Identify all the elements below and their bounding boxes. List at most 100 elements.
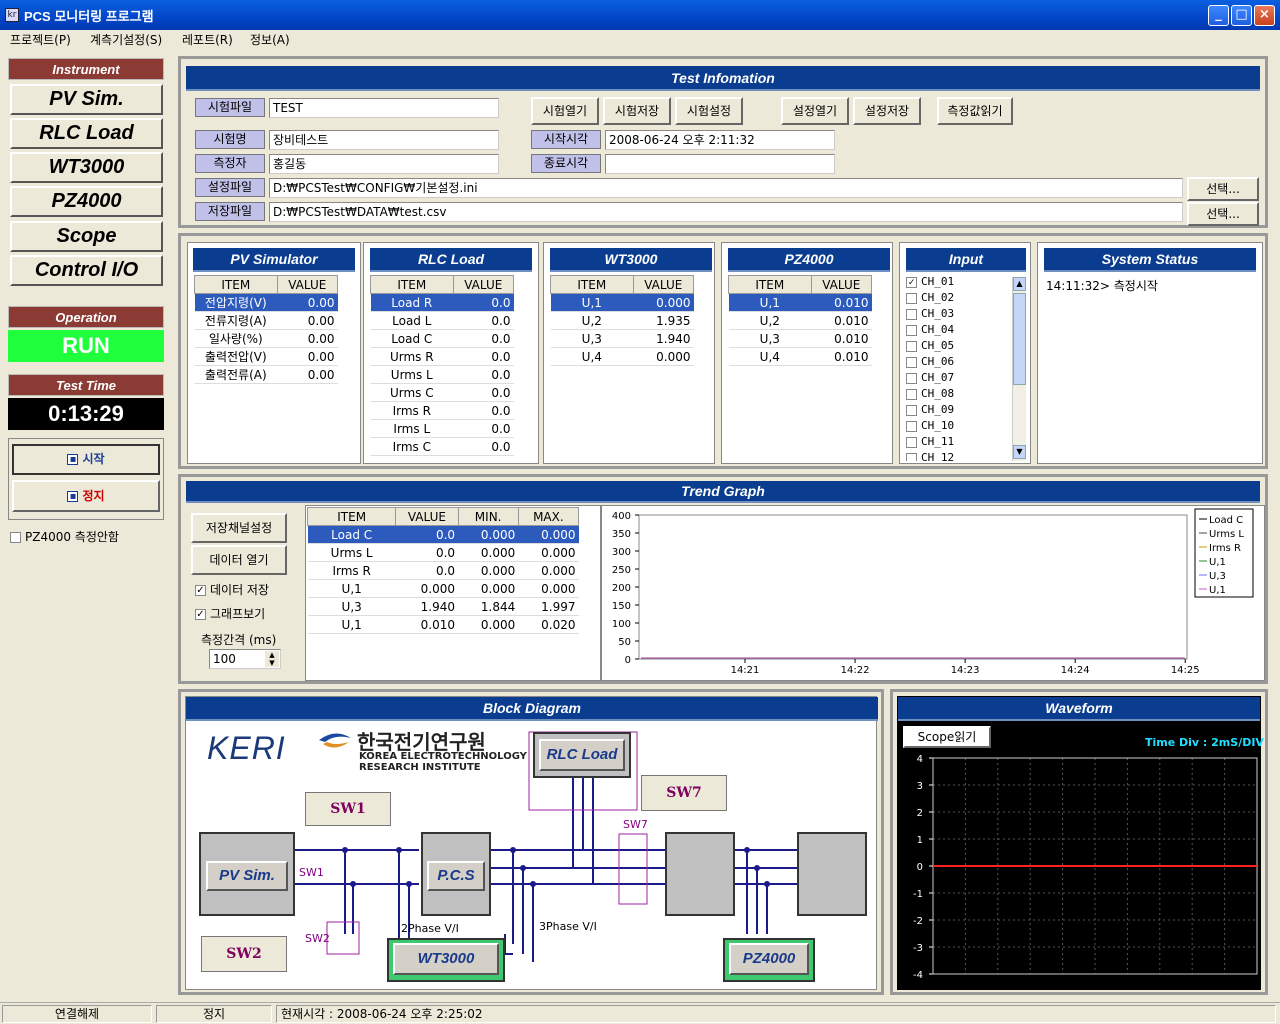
sw7-box[interactable]: SW7 [641, 775, 727, 811]
table-row[interactable]: U,4 0.010 [728, 347, 872, 366]
input-channel-checkbox[interactable]: CH_03 [906, 307, 1012, 323]
table-row[interactable]: Load C 0.0 0.000 0.000 [307, 525, 579, 544]
table-row[interactable]: Load R 0.0 [370, 293, 514, 312]
sw1-box[interactable]: SW1 [305, 792, 391, 826]
column-header[interactable]: VALUE [395, 507, 459, 526]
table-row[interactable]: U,3 0.010 [728, 329, 872, 348]
column-header[interactable]: ITEM [728, 275, 812, 294]
wt3000-button[interactable]: WT3000 [10, 152, 163, 183]
pz4000-block-label[interactable]: PZ4000 [729, 943, 809, 975]
column-header[interactable]: VALUE [452, 275, 515, 294]
test-open-button[interactable]: 시험열기 [531, 97, 599, 125]
column-header[interactable]: MAX. [517, 507, 580, 526]
input-channel-checkbox[interactable]: CH_05 [906, 339, 1012, 355]
sw2-box[interactable]: SW2 [201, 936, 287, 972]
table-row[interactable]: U,1 0.000 0.000 0.000 [307, 579, 579, 598]
table-row[interactable]: U,4 0.000 [550, 347, 694, 366]
menu-project[interactable]: 프로젝트(P) [10, 31, 71, 48]
table-row[interactable]: Irms R 0.0 [370, 401, 514, 420]
pv-sim-block-label[interactable]: PV Sim. [206, 861, 288, 891]
config-file-field[interactable]: D:₩PCSTest₩CONFIG₩기본설정.ini [269, 178, 1183, 198]
menu-instrument-settings[interactable]: 계측기설정(S) [90, 31, 162, 48]
config-open-button[interactable]: 설정열기 [781, 97, 849, 125]
table-row[interactable]: U,2 1.935 [550, 311, 694, 330]
test-name-field[interactable]: 장비테스트 [269, 130, 499, 150]
input-channel-checkbox[interactable]: ✓ CH_01 [906, 275, 1012, 291]
column-header[interactable]: ITEM [194, 275, 278, 294]
column-header[interactable]: ITEM [370, 275, 454, 294]
input-channel-checkbox[interactable]: CH_09 [906, 403, 1012, 419]
tester-field[interactable]: 홍길동 [269, 154, 499, 174]
save-file-field[interactable]: D:₩PCSTest₩DATA₩test.csv [269, 202, 1183, 222]
input-channel-checkbox[interactable]: CH_02 [906, 291, 1012, 307]
table-row[interactable]: Load C 0.0 [370, 329, 514, 348]
scope-read-button[interactable]: Scope읽기 [903, 726, 991, 748]
menu-report[interactable]: 레포트(R) [182, 31, 233, 48]
table-row[interactable]: Urms C 0.0 [370, 383, 514, 402]
table-row[interactable]: 출력전류(A) 0.00 [194, 365, 338, 384]
close-button[interactable]: × [1254, 5, 1275, 26]
table-row[interactable]: 전압지령(V) 0.00 [194, 293, 338, 312]
table-row[interactable]: Urms L 0.0 0.000 0.000 [307, 543, 579, 562]
column-header[interactable]: ITEM [550, 275, 634, 294]
column-header[interactable]: VALUE [276, 275, 339, 294]
save-file-select-button[interactable]: 선택... [1187, 202, 1259, 226]
wt3000-block-label[interactable]: WT3000 [393, 943, 499, 975]
input-channel-checkbox[interactable]: CH_12 [906, 451, 1012, 461]
start-button[interactable]: ▪ 시작 [12, 444, 160, 475]
graph-view-checkbox[interactable]: ✓ 그래프보기 [195, 605, 265, 622]
table-row[interactable]: Irms L 0.0 [370, 419, 514, 438]
table-row[interactable]: Urms L 0.0 [370, 365, 514, 384]
input-channel-checkbox[interactable]: CH_10 [906, 419, 1012, 435]
table-row[interactable]: U,1 0.000 [550, 293, 694, 312]
table-row[interactable]: Urms R 0.0 [370, 347, 514, 366]
column-header[interactable]: VALUE [632, 275, 695, 294]
input-channel-checkbox[interactable]: CH_11 [906, 435, 1012, 451]
pcs-block-label[interactable]: P.C.S [427, 861, 485, 891]
read-measurement-button[interactable]: 측정값읽기 [937, 97, 1013, 125]
column-header[interactable]: ITEM [306, 507, 397, 526]
menu-info[interactable]: 정보(A) [250, 31, 290, 48]
column-header[interactable]: MIN. [457, 507, 519, 526]
pv-sim-button[interactable]: PV Sim. [10, 84, 163, 115]
rlc-load-block-label[interactable]: RLC Load [539, 739, 625, 771]
table-row[interactable]: U,3 1.940 [550, 329, 694, 348]
rlc-load-button[interactable]: RLC Load [10, 118, 163, 149]
table-row[interactable]: U,1 0.010 0.000 0.020 [307, 615, 579, 634]
stop-button[interactable]: ▪ 정지 [12, 480, 160, 512]
scope-button[interactable]: Scope [10, 221, 163, 252]
data-save-checkbox[interactable]: ✓ 데이터 저장 [195, 581, 269, 598]
input-channel-checkbox[interactable]: CH_07 [906, 371, 1012, 387]
data-open-button[interactable]: 데이터 열기 [191, 545, 287, 575]
input-channel-checkbox[interactable]: CH_08 [906, 387, 1012, 403]
table-row[interactable]: U,3 1.940 1.844 1.997 [307, 597, 579, 616]
interval-spin-icon[interactable]: ▲ ▼ [265, 651, 279, 667]
minimize-button[interactable]: _ [1208, 5, 1229, 26]
table-row[interactable]: 일사량(%) 0.00 [194, 329, 338, 348]
config-save-button[interactable]: 설정저장 [853, 97, 921, 125]
scroll-thumb[interactable] [1013, 293, 1026, 385]
start-time-field[interactable]: 2008-06-24 오후 2:11:32 [605, 130, 835, 150]
table-row[interactable]: U,1 0.010 [728, 293, 872, 312]
input-channel-checkbox[interactable]: CH_06 [906, 355, 1012, 371]
config-file-select-button[interactable]: 선택... [1187, 177, 1259, 201]
table-row[interactable]: Irms C 0.0 [370, 437, 514, 456]
pz4000-button[interactable]: PZ4000 [10, 186, 163, 217]
table-row[interactable]: Load L 0.0 [370, 311, 514, 330]
control-io-button[interactable]: Control I/O [10, 255, 163, 286]
save-channel-setting-button[interactable]: 저장채널설정 [191, 513, 287, 543]
input-channel-checkbox[interactable]: CH_04 [906, 323, 1012, 339]
scroll-down-icon[interactable]: ▼ [1013, 445, 1026, 459]
test-setting-button[interactable]: 시험설정 [675, 97, 743, 125]
test-file-field[interactable]: TEST [269, 98, 499, 118]
test-save-button[interactable]: 시험저장 [603, 97, 671, 125]
maximize-button[interactable]: □ [1231, 5, 1252, 26]
table-row[interactable]: U,2 0.010 [728, 311, 872, 330]
end-time-field[interactable] [605, 154, 835, 174]
pz4000-no-measure-checkbox[interactable]: PZ4000 측정안함 [10, 528, 119, 545]
table-row[interactable]: Irms R 0.0 0.000 0.000 [307, 561, 579, 580]
scroll-up-icon[interactable]: ▲ [1013, 277, 1026, 291]
table-row[interactable]: 출력전압(V) 0.00 [194, 347, 338, 366]
input-scrollbar[interactable]: ▲ ▼ [1012, 277, 1026, 461]
table-row[interactable]: 전류지령(A) 0.00 [194, 311, 338, 330]
